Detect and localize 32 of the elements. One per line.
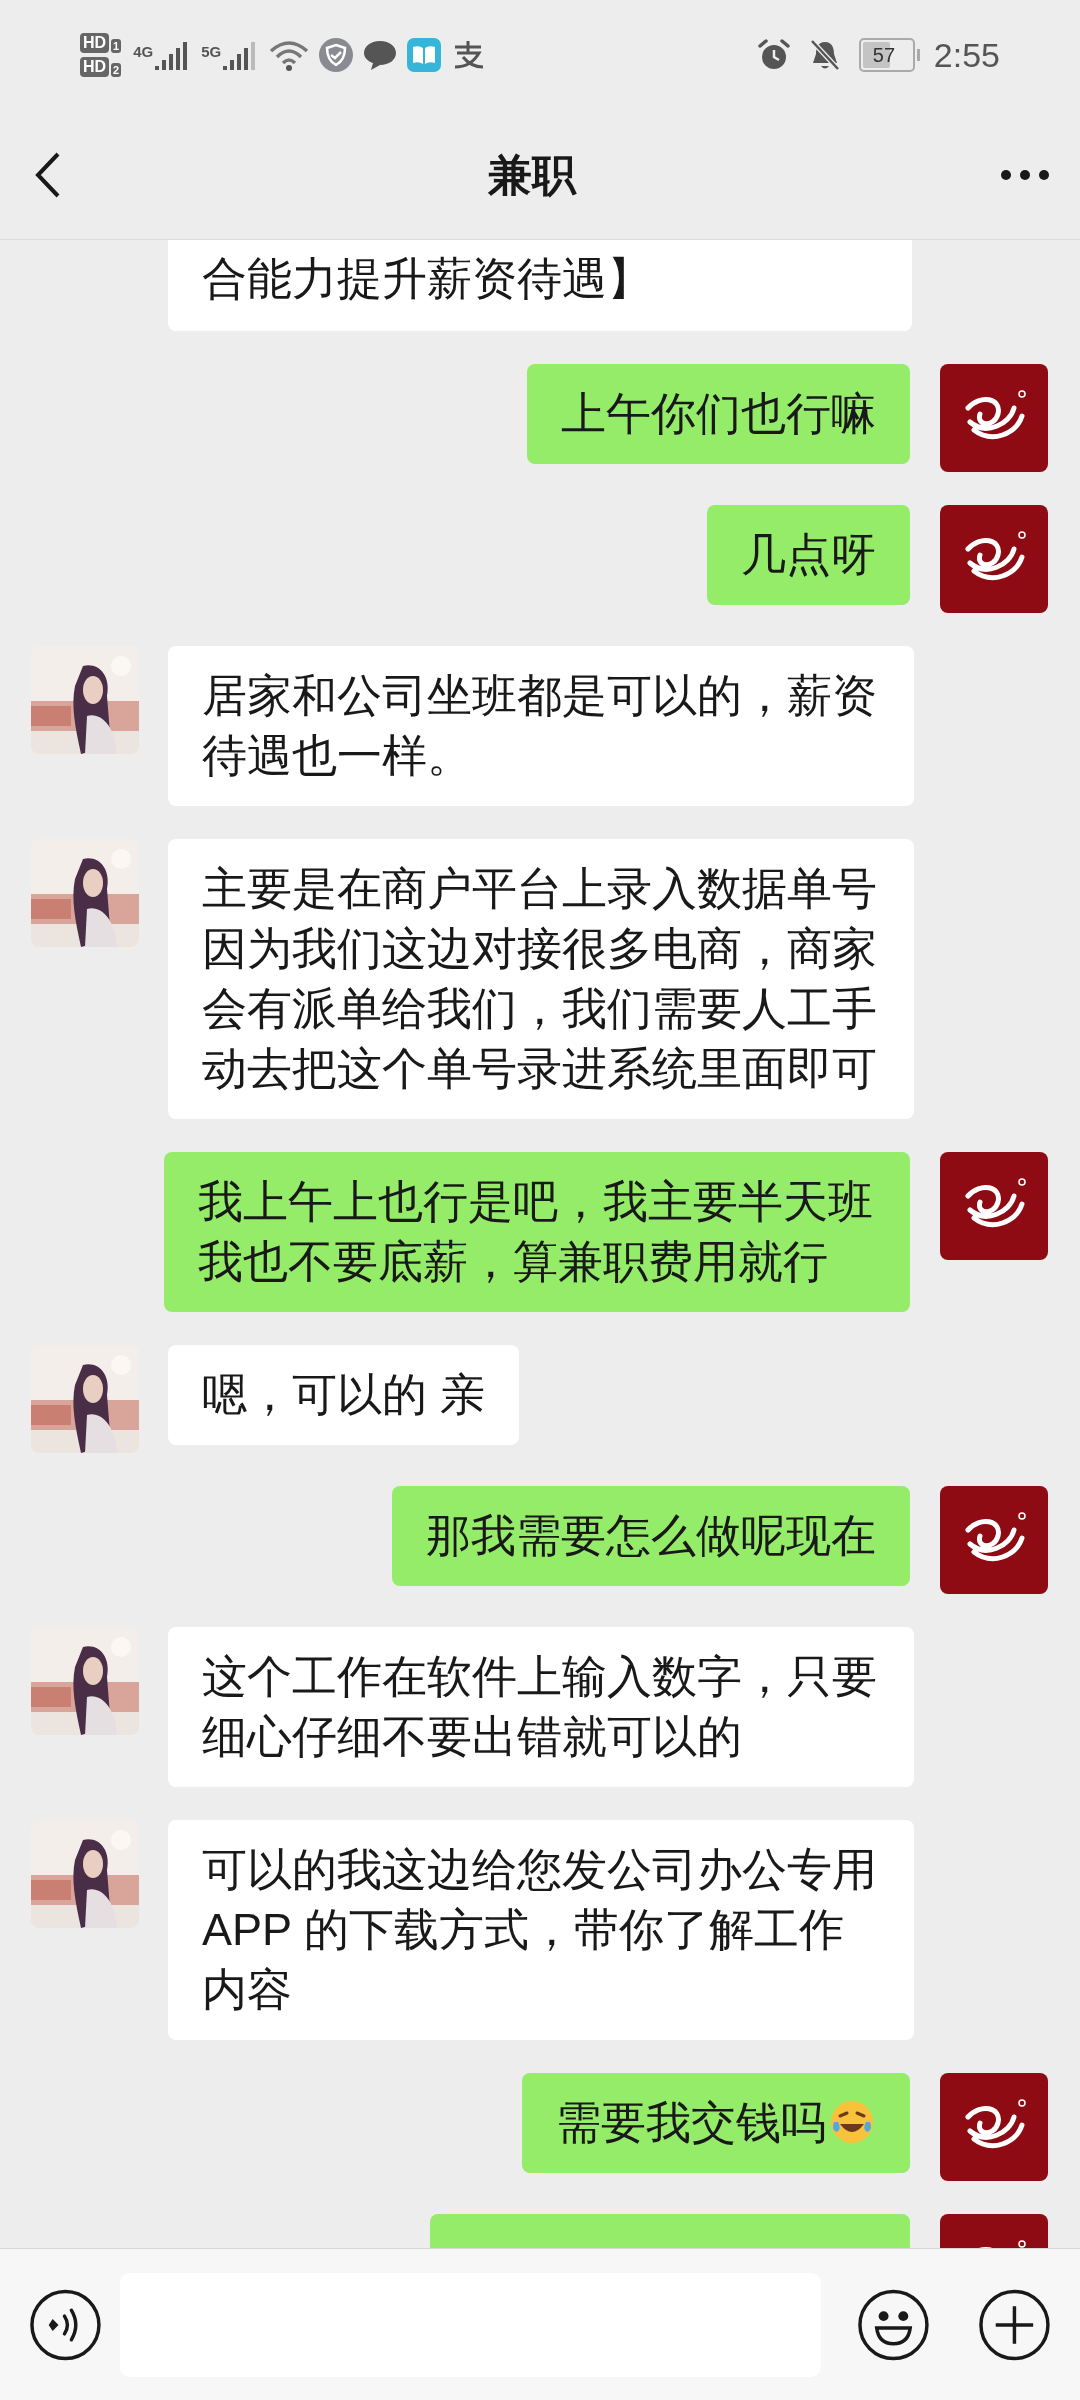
message-text: 嗯，可以的 亲 [202, 1368, 485, 1422]
muted-bell-icon [808, 38, 841, 72]
voice-icon[interactable] [29, 2287, 102, 2362]
message-text: 上午你们也行嘛 [561, 387, 876, 441]
emoji-icon[interactable] [857, 2287, 931, 2362]
sim-slot-label: 2 [111, 63, 122, 77]
chat-title: 兼职 [488, 148, 576, 201]
plus-icon[interactable] [978, 2287, 1051, 2362]
message-text: 几点呀 [741, 528, 876, 582]
hd-badge: HD [80, 57, 110, 77]
message-text: 主要是在商户平台上录入数据单号因为我们这边对接很多电商，商家会有派单给我们，我们需要人工手动去把这个单号录进系统里面即可 [202, 862, 878, 1096]
signal-icon [223, 40, 258, 70]
message-text: 这个工作在软件上输入数字，只要细心仔细不要出错就可以的 [202, 1650, 878, 1764]
hd-badge: HD [80, 33, 110, 53]
chat-icon [363, 39, 398, 71]
network-label: 4G [133, 44, 154, 60]
book-app-icon [407, 38, 442, 72]
battery-level: 57 [872, 44, 896, 66]
clock-time: 2:55 [933, 34, 1000, 76]
signal-icon [155, 40, 190, 70]
alarm-icon [756, 38, 791, 72]
message-text: 我上午上也行是吧，我主要半天班我也不要底薪，算兼职费用就行 [198, 1175, 874, 1289]
message-text: 可以的我这边给您发公司办公专用APP 的下载方式，带你了解工作内容 [202, 1843, 878, 2017]
more-icon[interactable] [1000, 168, 1050, 181]
shield-icon [319, 38, 354, 72]
message-text: 那我需要怎么做呢现在 [426, 1509, 876, 1563]
message-text: 合能力提升薪资待遇】 [202, 253, 652, 304]
network-label: 5G [201, 44, 222, 60]
message-text: 需要我交钱吗 [556, 2093, 876, 2153]
wifi-icon [269, 39, 310, 71]
message-text: 居家和公司坐班都是可以的，薪资待遇也一样。 [202, 669, 878, 783]
sim-slot-label: 1 [111, 39, 122, 53]
